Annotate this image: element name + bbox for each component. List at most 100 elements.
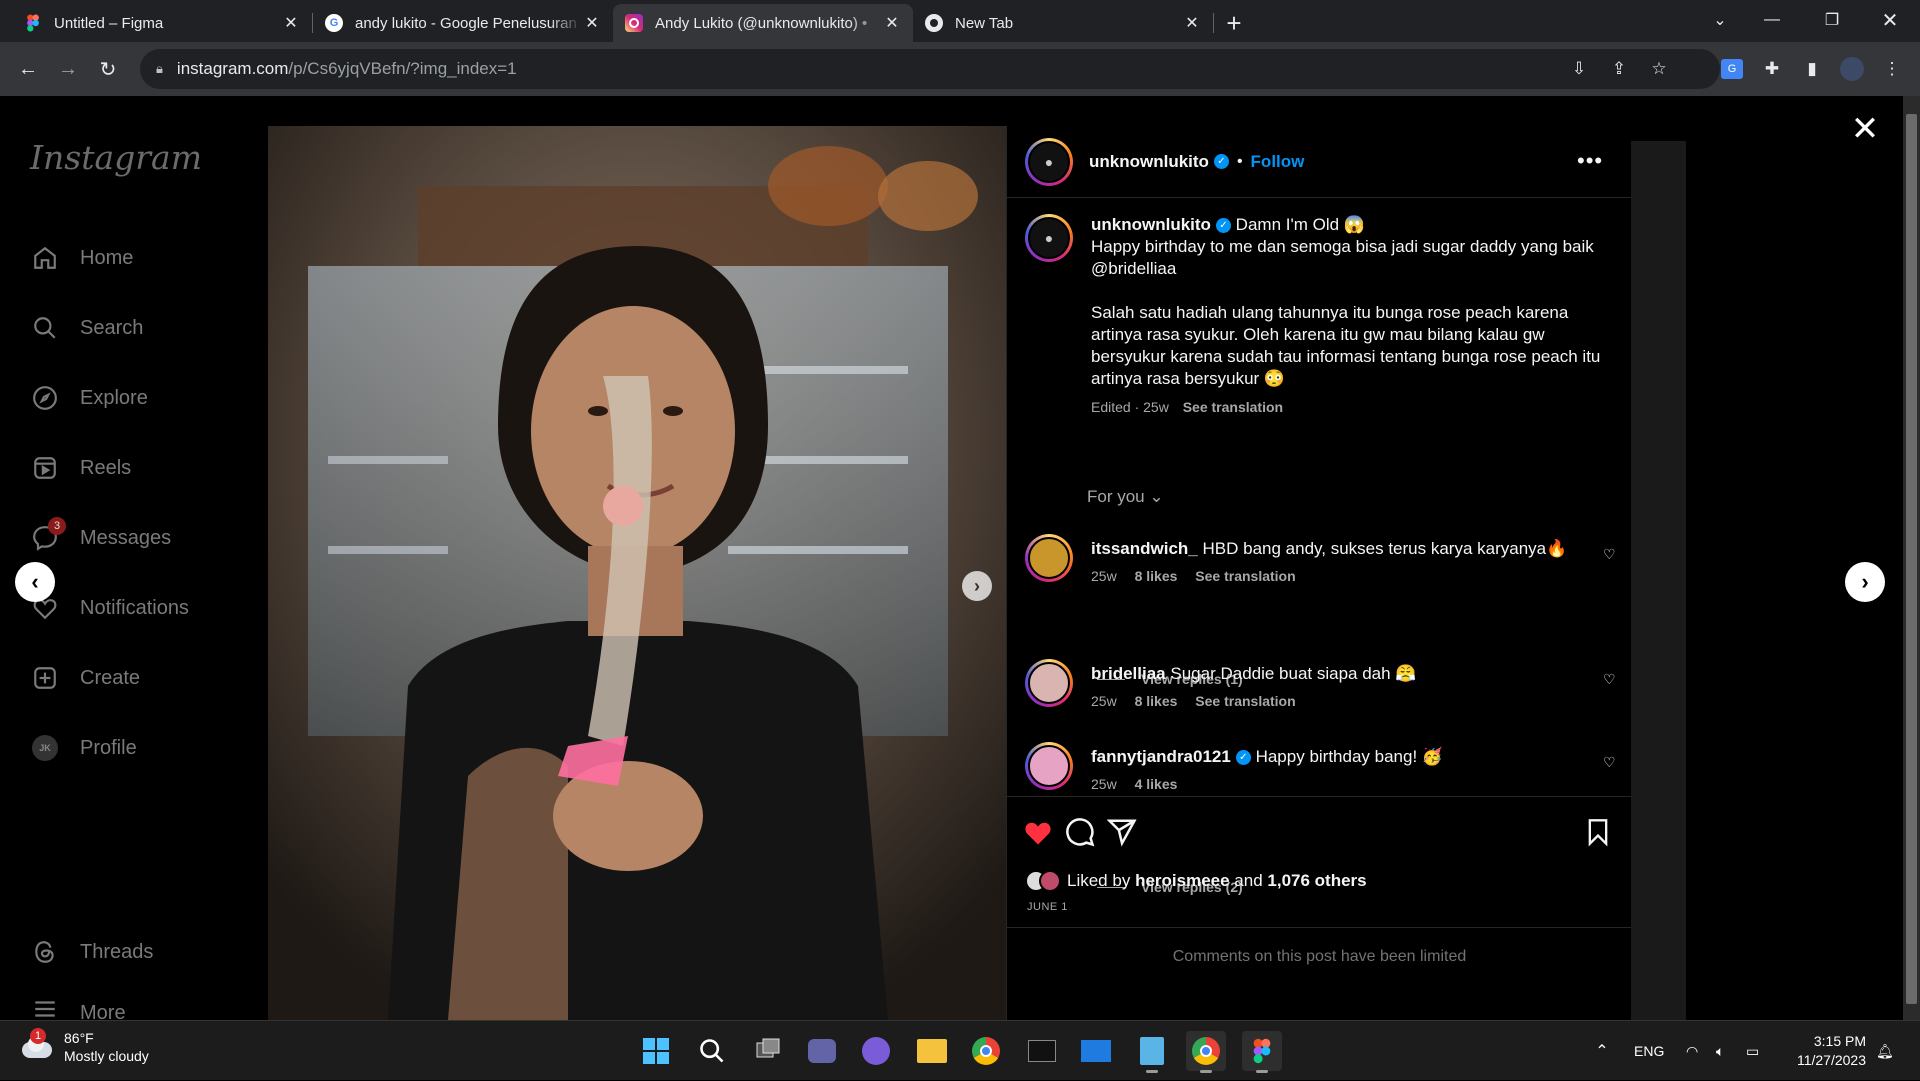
post-actions: Liked by heroismeee and 1,076 others JUN… — [1007, 796, 1632, 1020]
window-close-button[interactable]: ✕ — [1870, 0, 1910, 40]
comment-text: Happy birthday bang! 🥳 — [1255, 747, 1444, 766]
sidebar-item-home[interactable]: Home — [30, 238, 133, 278]
comment-like-heart-icon[interactable]: ♡ — [1603, 671, 1616, 688]
weather-temp: 86°F — [64, 1030, 94, 1046]
sidebar-item-create[interactable]: Create — [30, 658, 140, 698]
sidebar-item-explore[interactable]: Explore — [30, 378, 148, 418]
comment-username[interactable]: bridelliaa — [1091, 664, 1166, 683]
sidebar-item-label: Profile — [80, 736, 137, 759]
start-menu-icon[interactable] — [636, 1031, 676, 1071]
sidebar-item-threads[interactable]: Threads — [30, 932, 153, 972]
profile-avatar[interactable] — [1835, 52, 1869, 86]
more-options-icon[interactable]: ••• — [1577, 148, 1603, 174]
volume-icon[interactable]: 🔈︎ — [1716, 1021, 1724, 1081]
author-avatar[interactable]: ● — [1025, 137, 1073, 186]
liked-by-user[interactable]: heroismeee — [1135, 871, 1230, 891]
chrome-active-icon[interactable] — [1186, 1031, 1226, 1073]
comment-username[interactable]: itssandwich_ — [1091, 539, 1198, 558]
tab-figma[interactable]: Untitled – Figma ✕ — [12, 4, 312, 42]
save-bookmark-icon[interactable] — [1581, 815, 1615, 849]
install-app-icon[interactable]: ⇩ — [1562, 52, 1596, 86]
comment-sort-dropdown[interactable]: For you ⌄ — [1087, 487, 1164, 507]
author-username[interactable]: unknownlukito — [1089, 152, 1209, 172]
tab-new-tab[interactable]: New Tab ✕ — [913, 4, 1213, 42]
close-modal-icon[interactable]: ✕ — [1850, 110, 1880, 148]
tab-close-icon[interactable]: ✕ — [1183, 13, 1201, 33]
likes-summary: Liked by heroismeee and 1,076 others — [1025, 870, 1367, 892]
extensions-puzzle-icon[interactable]: ✚ — [1755, 52, 1789, 86]
search-icon — [30, 313, 60, 343]
taskbar-search-icon[interactable] — [692, 1031, 732, 1071]
chrome-menu-icon[interactable]: ⋮ — [1875, 52, 1909, 86]
weather-widget[interactable]: 1 86°F Mostly cloudy — [20, 1028, 149, 1065]
carousel-next-button[interactable]: › — [962, 571, 992, 601]
comment-likes[interactable]: 8 likes — [1135, 693, 1178, 709]
commenter-avatar[interactable] — [1025, 534, 1073, 582]
new-tab-button[interactable]: + — [1214, 4, 1254, 42]
side-panel-icon[interactable]: ▮ — [1795, 52, 1829, 86]
post-photo[interactable] — [268, 126, 1006, 1020]
commenter-avatar[interactable] — [1025, 742, 1073, 790]
language-indicator[interactable]: ENG — [1634, 1021, 1664, 1081]
next-post-preview[interactable] — [1631, 141, 1686, 1020]
tab-close-icon[interactable]: ✕ — [282, 13, 300, 33]
battery-icon[interactable]: ▭ — [1746, 1021, 1759, 1081]
next-post-button[interactable]: › — [1845, 562, 1885, 602]
see-translation-link[interactable]: See translation — [1195, 693, 1295, 709]
follow-button[interactable]: Follow — [1251, 152, 1305, 172]
tab-google[interactable]: G andy lukito - Google Penelusuran ✕ — [313, 4, 613, 42]
clock[interactable]: 3:15 PM 11/27/2023 — [1786, 1021, 1866, 1081]
comment-like-heart-icon[interactable]: ♡ — [1603, 754, 1616, 771]
see-translation-link[interactable]: See translation — [1195, 568, 1295, 584]
bookmark-star-icon[interactable]: ☆ — [1642, 52, 1676, 86]
home-icon — [30, 243, 60, 273]
sidebar-item-messages[interactable]: 3 Messages — [30, 517, 171, 558]
tab-search-chevron-icon[interactable]: ⌄ — [1700, 0, 1740, 40]
sidebar-item-search[interactable]: Search — [30, 308, 143, 348]
liked-by-others[interactable]: 1,076 others — [1267, 871, 1366, 891]
github-icon[interactable] — [856, 1031, 896, 1071]
translate-extension-icon[interactable]: G — [1715, 52, 1749, 86]
figma-taskbar-icon[interactable] — [1242, 1031, 1282, 1073]
comment-bubble-icon[interactable] — [1063, 815, 1097, 849]
tab-close-icon[interactable]: ✕ — [583, 13, 601, 33]
author-avatar[interactable]: ● — [1025, 214, 1073, 262]
messenger-icon: 3 — [30, 517, 66, 553]
wifi-icon[interactable]: ◠ — [1686, 1021, 1698, 1081]
sidebar-item-reels[interactable]: Reels — [30, 448, 131, 488]
sidebar-item-profile[interactable]: JK Profile — [30, 728, 137, 768]
tab-close-icon[interactable]: ✕ — [883, 13, 901, 33]
terminal-icon[interactable] — [1022, 1031, 1062, 1071]
task-view-icon[interactable] — [748, 1031, 788, 1071]
reload-button[interactable]: ↻ — [88, 49, 128, 89]
tray-overflow-icon[interactable]: ⌃ — [1590, 1021, 1614, 1081]
sidebar-item-more[interactable]: More — [30, 996, 126, 1020]
mail-icon[interactable] — [1076, 1031, 1116, 1071]
address-bar[interactable]: 🔒︎ instagram.com/p/Cs6yjqVBefn/?img_inde… — [140, 49, 1720, 89]
comment-username[interactable]: fannytjandra0121 — [1091, 747, 1231, 766]
caption-username[interactable]: unknownlukito — [1091, 215, 1211, 234]
page-scrollbar[interactable] — [1903, 96, 1920, 1020]
comment-likes[interactable]: 4 likes — [1135, 776, 1178, 792]
restore-button[interactable]: ❐ — [1812, 0, 1852, 40]
comment-likes[interactable]: 8 likes — [1135, 568, 1178, 584]
commenter-avatar[interactable] — [1025, 659, 1073, 707]
notepad-icon[interactable] — [1132, 1031, 1172, 1073]
tab-instagram[interactable]: Andy Lukito (@unknownlukito) • ✕ — [613, 4, 913, 42]
forward-button[interactable]: → — [48, 49, 88, 89]
sidebar-item-notifications[interactable]: Notifications — [30, 588, 189, 628]
share-icon[interactable]: ⇪ — [1602, 52, 1636, 86]
comment-like-heart-icon[interactable]: ♡ — [1603, 546, 1616, 563]
notifications-bell-icon[interactable]: 🔔︎ — [1876, 1021, 1894, 1081]
back-button[interactable]: ← — [8, 49, 48, 89]
previous-post-button[interactable]: ‹ — [15, 562, 55, 602]
instagram-logo[interactable]: Instagram — [30, 138, 202, 177]
sidebar-item-label: Home — [80, 246, 134, 269]
minimize-button[interactable]: — — [1752, 0, 1792, 40]
chrome-taskbar-icon[interactable] — [966, 1031, 1006, 1071]
see-translation-link[interactable]: See translation — [1183, 399, 1283, 415]
like-heart-icon[interactable] — [1021, 815, 1055, 849]
teams-chat-icon[interactable] — [802, 1031, 842, 1071]
file-explorer-icon[interactable] — [912, 1031, 952, 1071]
share-paper-plane-icon[interactable] — [1105, 815, 1139, 849]
